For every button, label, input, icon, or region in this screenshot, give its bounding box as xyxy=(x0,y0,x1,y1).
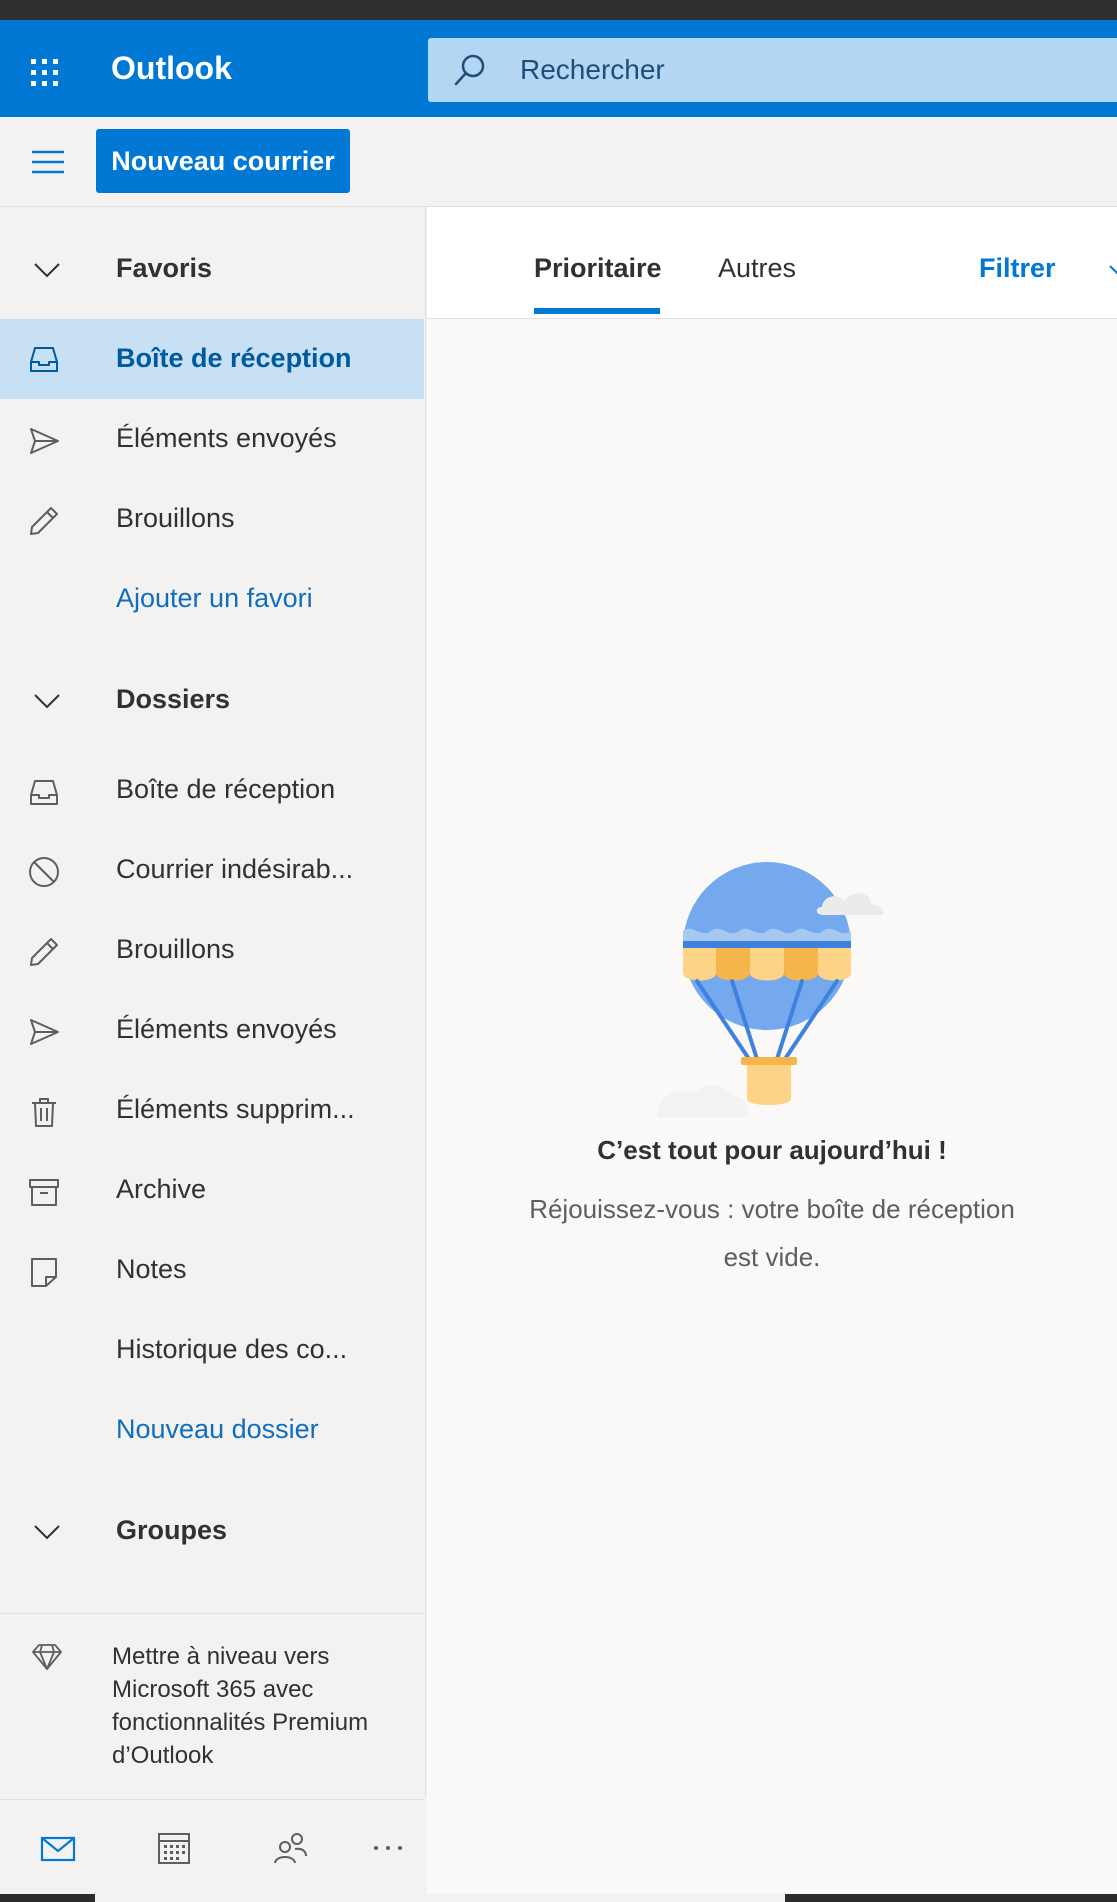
folder-item-drafts[interactable]: Brouillons xyxy=(0,920,424,982)
message-list-pane: Prioritaire Autres Filtrer C’est tout po… xyxy=(427,207,1117,1894)
search-box[interactable] xyxy=(428,38,1117,102)
search-icon xyxy=(452,52,488,88)
folder-item-label: Historique des co... xyxy=(116,1334,348,1364)
calendar-icon[interactable] xyxy=(154,1830,194,1866)
people-icon[interactable] xyxy=(270,1830,310,1866)
search-input[interactable] xyxy=(520,38,1100,102)
favorite-item-sent[interactable]: Éléments envoyés xyxy=(0,409,424,471)
folder-item-label: Boîte de réception xyxy=(116,774,336,804)
add-favorite-label: Ajouter un favori xyxy=(116,583,313,613)
folder-pane: Favoris Boîte de réception Éléments envo… xyxy=(0,207,426,1797)
add-favorite-link[interactable]: Ajouter un favori xyxy=(0,569,424,631)
menu-icon[interactable] xyxy=(24,141,72,183)
favorite-item-label: Éléments envoyés xyxy=(116,423,337,453)
note-icon xyxy=(27,1255,61,1289)
send-icon xyxy=(27,424,61,458)
pencil-icon xyxy=(27,504,61,538)
filter-button[interactable]: Filtrer xyxy=(979,253,1056,284)
folder-item-label: Éléments envoyés xyxy=(116,1014,337,1044)
send-icon xyxy=(27,1015,61,1049)
tab-focused[interactable]: Prioritaire xyxy=(534,253,662,284)
blocked-icon xyxy=(27,855,61,889)
folder-item-inbox[interactable]: Boîte de réception xyxy=(0,760,424,822)
favorite-item-label: Boîte de réception xyxy=(116,343,352,373)
diamond-icon xyxy=(30,1642,64,1672)
folder-item-label: Archive xyxy=(116,1174,207,1204)
upgrade-promo[interactable]: Mettre à niveau vers Microsoft 365 avec … xyxy=(0,1614,424,1769)
folder-item-label: Notes xyxy=(116,1254,187,1284)
empty-state-title: C’est tout pour aujourd’hui ! xyxy=(597,1135,947,1165)
folder-item-conversation-history[interactable]: Historique des co... xyxy=(0,1320,424,1382)
app-title[interactable]: Outlook xyxy=(111,50,232,87)
archive-icon xyxy=(27,1175,61,1209)
folders-header[interactable]: Dossiers xyxy=(0,670,424,732)
folder-item-junk[interactable]: Courrier indésirab... xyxy=(0,840,424,902)
folder-item-sent[interactable]: Éléments envoyés xyxy=(0,1000,424,1062)
folder-item-label: Brouillons xyxy=(116,934,235,964)
folder-item-archive[interactable]: Archive xyxy=(0,1160,424,1222)
folders-header-label: Dossiers xyxy=(116,684,231,714)
favorite-item-label: Brouillons xyxy=(116,503,235,533)
app-launcher-icon[interactable] xyxy=(20,48,70,98)
favorites-header[interactable]: Favoris xyxy=(0,239,424,301)
chevron-down-icon xyxy=(32,1521,62,1543)
trash-icon xyxy=(27,1095,61,1129)
mail-icon[interactable] xyxy=(38,1830,78,1866)
favorite-item-inbox[interactable]: Boîte de réception xyxy=(0,319,424,399)
folder-item-label: Éléments supprim... xyxy=(116,1094,355,1124)
groups-header[interactable]: Groupes xyxy=(0,1501,424,1563)
module-switcher xyxy=(0,1800,426,1894)
active-tab-indicator xyxy=(534,308,660,314)
pencil-icon xyxy=(27,935,61,969)
upgrade-text: Mettre à niveau vers Microsoft 365 avec … xyxy=(112,1643,369,1769)
favorites-header-label: Favoris xyxy=(116,253,213,283)
inbox-tabs: Prioritaire Autres Filtrer xyxy=(427,207,1117,319)
favorite-item-drafts[interactable]: Brouillons xyxy=(0,489,424,551)
more-icon[interactable] xyxy=(368,1830,408,1866)
inbox-icon xyxy=(27,775,61,809)
inbox-icon xyxy=(27,342,61,376)
new-mail-button[interactable]: Nouveau courrier xyxy=(96,129,350,193)
empty-state-subtitle: Réjouissez-vous : votre boîte de récepti… xyxy=(529,1194,1015,1272)
command-bar: Nouveau courrier xyxy=(0,117,1117,207)
new-folder-link[interactable]: Nouveau dossier xyxy=(0,1400,424,1462)
chevron-down-icon xyxy=(32,690,62,712)
folder-item-label: Courrier indésirab... xyxy=(116,854,354,884)
folder-item-deleted[interactable]: Éléments supprim... xyxy=(0,1080,424,1142)
chevron-down-icon xyxy=(32,259,62,281)
groups-header-label: Groupes xyxy=(116,1515,228,1545)
app-header: Outlook xyxy=(0,20,1117,117)
new-folder-label: Nouveau dossier xyxy=(116,1414,319,1444)
tab-other[interactable]: Autres xyxy=(718,253,796,284)
window-top-strip xyxy=(0,0,1117,20)
chevron-down-icon[interactable] xyxy=(1108,264,1117,276)
hot-air-balloon-illustration xyxy=(657,859,907,1119)
folder-item-notes[interactable]: Notes xyxy=(0,1240,424,1302)
horizontal-scrollbar-thumb[interactable] xyxy=(95,1894,785,1902)
